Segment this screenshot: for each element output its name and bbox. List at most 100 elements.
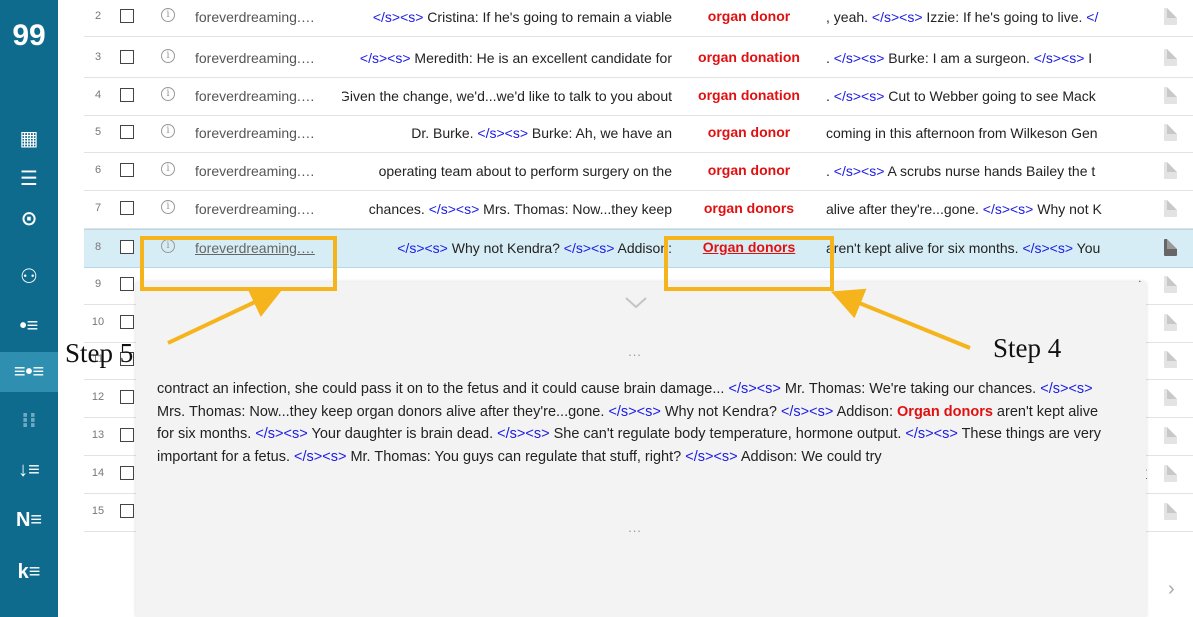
source-link[interactable]: foreverdreaming.… <box>195 9 315 25</box>
keyword-match[interactable]: organ donation <box>679 87 819 103</box>
context-text-segment: operating team about to perform surgery … <box>378 163 672 179</box>
right-context: aren't kept alive for six months. </s><s… <box>826 240 1156 256</box>
expand-up-dots[interactable]: ... <box>620 344 650 359</box>
row-checkbox[interactable] <box>120 50 134 64</box>
context-text-segment: alive after they're...gone. <box>826 201 983 217</box>
keyword-match[interactable]: organ donors <box>679 200 819 216</box>
row-checkbox[interactable] <box>120 315 134 329</box>
sentence-tag: </s><s> <box>780 403 834 420</box>
row-checkbox[interactable] <box>120 390 134 404</box>
table-row[interactable]: 3 i foreverdreaming.… </s><s> Meredith: He … <box>84 40 1193 78</box>
table-row[interactable]: 2 i foreverdreaming.… </s><s> Cristina: If … <box>84 0 1193 37</box>
concordance-icon[interactable]: ≡•≡ <box>0 352 58 392</box>
sentence-tag: </s><s> <box>1022 240 1074 256</box>
row-checkbox[interactable] <box>120 201 134 215</box>
source-link[interactable]: foreverdreaming.… <box>195 201 315 217</box>
document-icon[interactable] <box>1164 503 1177 520</box>
info-icon[interactable]: i <box>161 8 175 22</box>
context-text-segment: Addison: We could try <box>737 448 882 465</box>
table-row[interactable]: 5 i foreverdreaming.… Dr. Burke. </s><s> Bu… <box>84 115 1193 153</box>
row-checkbox[interactable] <box>120 88 134 102</box>
source-link[interactable]: foreverdreaming.… <box>195 163 315 179</box>
document-icon[interactable] <box>1164 351 1177 368</box>
document-icon[interactable] <box>1164 200 1177 217</box>
right-context: , yeah. </s><s> Izzie: If he's going to … <box>826 9 1156 25</box>
source-link[interactable]: foreverdreaming.… <box>195 50 315 66</box>
document-icon[interactable] <box>1164 389 1177 406</box>
left-context: Dr. Burke. </s><s> Burke: Ah, we have an <box>342 125 672 145</box>
parallel-icon[interactable]: ⁝⁝ <box>0 400 58 440</box>
document-icon[interactable] <box>1164 314 1177 331</box>
logo-icon[interactable]: 99 <box>9 16 49 56</box>
row-checkbox[interactable] <box>120 466 134 480</box>
source-link[interactable]: foreverdreaming.… <box>195 125 315 141</box>
sentence-tag: </s><s> <box>477 125 529 141</box>
sentence-tag: </s><s> <box>428 201 480 217</box>
chevron-down-icon[interactable] <box>624 296 648 310</box>
context-text-segment: Izzie: If he's going to live. <box>922 9 1087 25</box>
dashboard-icon[interactable]: ▦ <box>0 118 58 158</box>
document-icon[interactable] <box>1164 276 1177 293</box>
keyword-match[interactable]: organ donation <box>679 49 819 65</box>
table-row[interactable]: 6 i foreverdreaming.… operating team about … <box>84 153 1193 191</box>
row-checkbox[interactable] <box>120 504 134 518</box>
info-icon[interactable]: i <box>161 49 175 63</box>
right-context: alive after they're...gone. </s><s> Why … <box>826 201 1156 217</box>
document-icon[interactable] <box>1164 49 1177 66</box>
ne-icon[interactable]: N≡ <box>0 500 58 540</box>
context-text-segment: Mr. Thomas: We're taking our chances. <box>780 381 1041 397</box>
keyword-match[interactable]: organ donor <box>679 162 819 178</box>
sentence-tag: </s><s> <box>372 9 424 25</box>
sentence-tag: </s><s> <box>871 9 923 25</box>
context-text-segment: Addison: <box>833 403 898 420</box>
source-link[interactable]: foreverdreaming.… <box>195 88 315 104</box>
context-text-segment: . <box>826 88 834 104</box>
sentence-tag: </s><s> <box>294 448 347 465</box>
context-text-segment: . <box>826 50 834 66</box>
bullet-list-icon[interactable]: •≡ <box>0 306 58 346</box>
context-text-segment: Mrs. Thomas: Now...they keep organ donor… <box>157 403 609 420</box>
sentence-tag: </s><s> <box>397 240 448 256</box>
document-icon[interactable] <box>1164 87 1177 104</box>
context-text-segment: A scrubs nurse hands Bailey the t <box>884 163 1096 179</box>
info-icon[interactable]: i <box>161 200 175 214</box>
table-row[interactable]: 4 i foreverdreaming.… Given the change, we'… <box>84 78 1193 116</box>
info-icon[interactable]: i <box>161 162 175 176</box>
row-checkbox[interactable] <box>120 428 134 442</box>
keyword-match[interactable]: organ donor <box>679 124 819 140</box>
sentence-tag: </s><s> <box>497 426 550 442</box>
network-icon[interactable]: ⚇ <box>0 256 58 296</box>
sentence-tag: </s><s> <box>255 426 308 442</box>
sort-icon[interactable]: ↓≡ <box>0 450 58 490</box>
step5-highlight-box <box>140 236 337 291</box>
context-text-segment: Cristina: If he's going to remain a viab… <box>423 9 672 25</box>
document-icon[interactable] <box>1164 162 1177 179</box>
context-text-segment: contract an infection, she could pass it… <box>157 381 729 397</box>
row-number: 15 <box>91 505 105 517</box>
row-checkbox[interactable] <box>120 240 134 254</box>
document-icon[interactable] <box>1164 124 1177 141</box>
document-icon[interactable] <box>1164 427 1177 444</box>
info-icon[interactable]: i <box>161 87 175 101</box>
context-text-segment: coming in this afternoon from Wilkeson G… <box>826 125 1098 141</box>
row-number: 4 <box>94 89 102 101</box>
keyword-icon[interactable]: k≡ <box>0 552 58 592</box>
table-row[interactable]: 7 i foreverdreaming.… chances. </s><s> Mrs.… <box>84 191 1193 229</box>
row-checkbox[interactable] <box>120 9 134 23</box>
target-icon[interactable]: ⊙ <box>0 198 58 238</box>
sentence-tag: </s><s> <box>685 448 738 465</box>
info-icon[interactable]: i <box>161 124 175 138</box>
document-icon[interactable] <box>1164 239 1177 256</box>
context-text-segment: chances. <box>368 201 429 217</box>
chevron-right-icon[interactable]: › <box>1168 578 1175 601</box>
row-checkbox[interactable] <box>120 163 134 177</box>
document-icon[interactable] <box>1164 8 1177 25</box>
expand-down-dots[interactable]: ... <box>620 520 650 535</box>
row-number: 8 <box>94 241 102 253</box>
row-checkbox[interactable] <box>120 125 134 139</box>
step4-label: Step 4 <box>993 333 1062 363</box>
keyword-match[interactable]: organ donor <box>679 8 819 24</box>
list-icon[interactable]: ☰ <box>0 158 58 198</box>
row-checkbox[interactable] <box>120 277 134 291</box>
document-icon[interactable] <box>1164 465 1177 482</box>
